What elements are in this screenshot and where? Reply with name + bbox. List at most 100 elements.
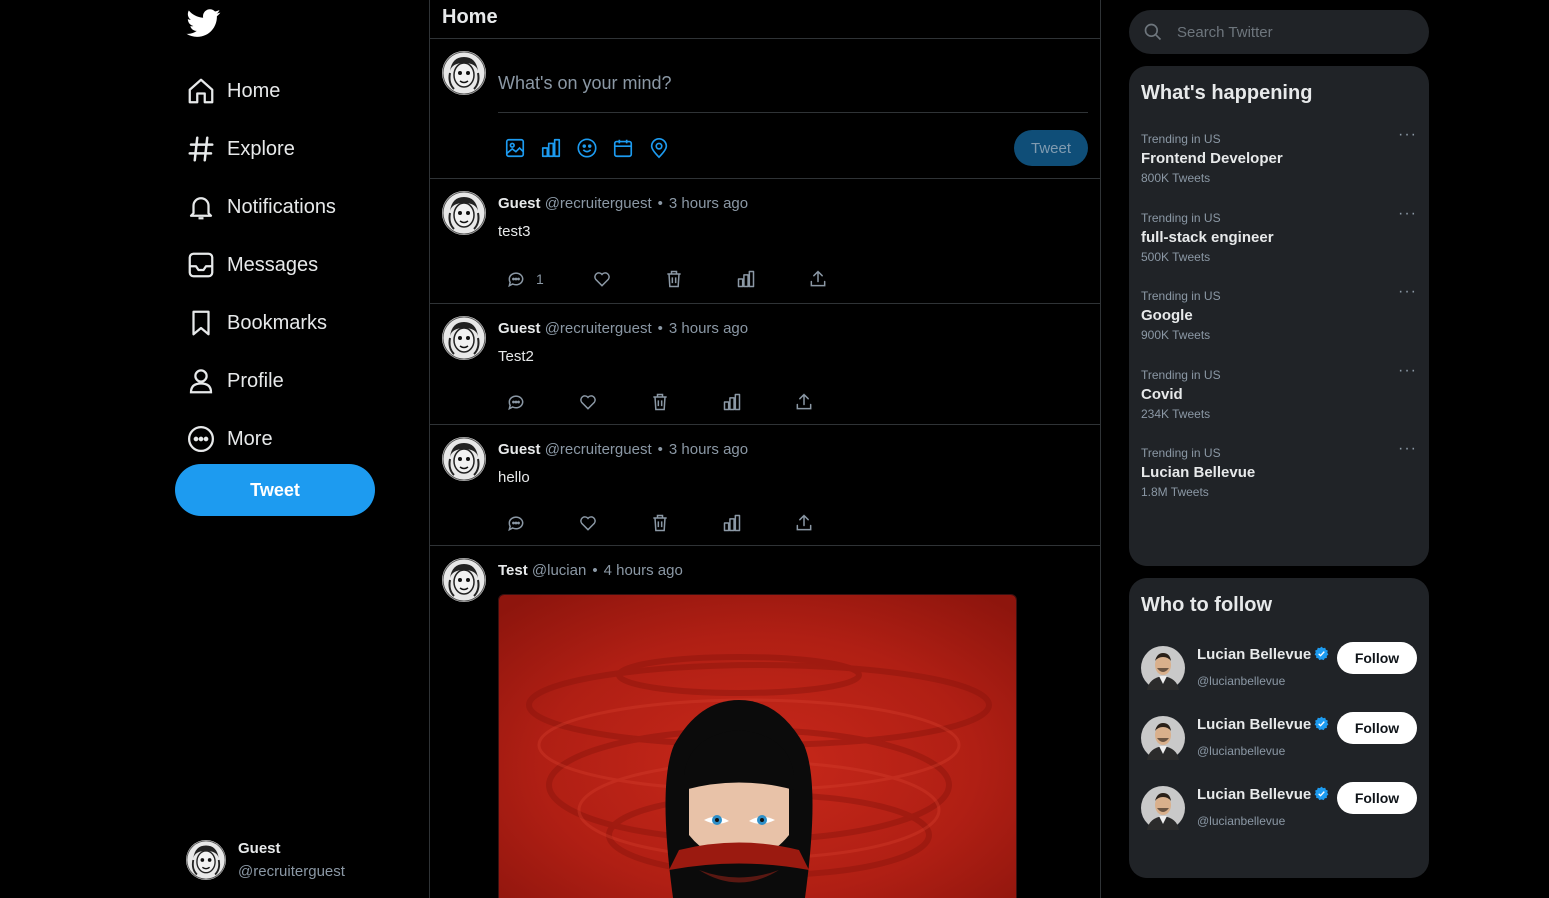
tweet-composer: Tweet: [430, 39, 1100, 179]
trend-item[interactable]: Trending in US Covid 234K Tweets ···: [1141, 362, 1417, 438]
add-poll-button[interactable]: [540, 135, 576, 161]
tweet-author-name[interactable]: Guest: [498, 195, 541, 212]
page-title: Home: [442, 6, 498, 28]
delete-button[interactable]: [664, 269, 684, 289]
nav-item-messages[interactable]: Messages: [186, 236, 336, 294]
share-button[interactable]: [794, 513, 814, 533]
follow-button[interactable]: Follow: [1337, 642, 1417, 674]
nav-item-bookmarks[interactable]: Bookmarks: [186, 294, 336, 352]
suggestion-name: Lucian Bellevue: [1197, 646, 1312, 663]
tweet[interactable]: Guest @recruiterguest • 3 hours ago test3 …: [430, 179, 1100, 304]
analytics-button[interactable]: [722, 513, 742, 533]
reply-button[interactable]: [506, 392, 526, 412]
trend-item[interactable]: Trending in US Google 900K Tweets ···: [1141, 283, 1417, 359]
reply-button[interactable]: [506, 513, 526, 533]
analytics-icon: [723, 393, 741, 411]
nav-label: Profile: [227, 369, 284, 392]
search-input[interactable]: [1177, 23, 1407, 41]
tweet-text: hello: [498, 469, 530, 486]
avatar[interactable]: [442, 316, 486, 360]
like-button[interactable]: [578, 513, 598, 533]
trend-category: Trending in US: [1141, 368, 1221, 382]
reply-count: 1: [536, 271, 544, 287]
tweet-author-handle: @recruiterguest: [544, 441, 652, 458]
nav-item-home[interactable]: Home: [186, 62, 336, 120]
follow-button[interactable]: Follow: [1337, 712, 1417, 744]
trend-topic: Google: [1141, 307, 1193, 324]
avatar[interactable]: [1141, 716, 1185, 760]
follow-button[interactable]: Follow: [1337, 782, 1417, 814]
more-options-icon[interactable]: ···: [1398, 440, 1417, 458]
tweet-header: Test @lucian • 4 hours ago: [498, 562, 683, 579]
emoji-icon: [577, 138, 597, 158]
share-button[interactable]: [794, 392, 814, 412]
trend-item[interactable]: Trending in US full-stack engineer 500K …: [1141, 205, 1417, 281]
verified-badge-icon: [1314, 646, 1329, 661]
composer-tweet-button[interactable]: Tweet: [1014, 130, 1088, 166]
more-options-icon[interactable]: ···: [1398, 205, 1417, 223]
suggestion-name-wrap: Lucian Bellevue: [1197, 786, 1329, 803]
tweet[interactable]: Guest @recruiterguest • 3 hours ago hello: [430, 425, 1100, 546]
reply-button[interactable]: 1: [506, 269, 544, 289]
tweet-author-handle: @lucian: [531, 562, 587, 579]
more-options-icon[interactable]: ···: [1398, 283, 1417, 301]
tweet-author-handle: @recruiterguest: [544, 320, 652, 337]
schedule-button[interactable]: [612, 135, 648, 161]
nav-item-profile[interactable]: Profile: [186, 352, 336, 410]
analytics-icon: [723, 514, 741, 532]
follow-suggestion[interactable]: Lucian Bellevue @lucianbellevue Follow: [1141, 782, 1417, 838]
trend-topic: full-stack engineer: [1141, 229, 1274, 246]
share-button[interactable]: [808, 269, 828, 289]
twitter-bird-icon[interactable]: [186, 6, 222, 40]
compose-input[interactable]: [498, 53, 1088, 113]
trend-item[interactable]: Trending in US Lucian Bellevue 1.8M Twee…: [1141, 440, 1417, 516]
add-emoji-button[interactable]: [576, 135, 612, 161]
account-name: Guest: [238, 840, 281, 857]
avatar[interactable]: [442, 191, 486, 235]
nav-label: Messages: [227, 253, 319, 276]
separator-dot: •: [657, 195, 663, 212]
tweet-header: Guest @recruiterguest • 3 hours ago: [498, 195, 748, 212]
delete-button[interactable]: [650, 392, 670, 412]
avatar[interactable]: [1141, 646, 1185, 690]
schedule-icon: [613, 139, 633, 158]
more-options-icon[interactable]: ···: [1398, 362, 1417, 380]
sidebar-tweet-button[interactable]: Tweet: [175, 464, 375, 516]
trend-item[interactable]: Trending in US Frontend Developer 800K T…: [1141, 126, 1417, 202]
tweet-author-name[interactable]: Guest: [498, 320, 541, 337]
add-image-button[interactable]: [504, 135, 540, 161]
suggestion-handle: @lucianbellevue: [1197, 744, 1286, 758]
follow-suggestion[interactable]: Lucian Bellevue @lucianbellevue Follow: [1141, 712, 1417, 768]
home-icon: [188, 78, 214, 104]
tweet-author-name[interactable]: Guest: [498, 441, 541, 458]
search-bar[interactable]: [1129, 10, 1429, 54]
tweet-text: Test2: [498, 348, 534, 365]
tweet-header: Guest @recruiterguest • 3 hours ago: [498, 320, 748, 337]
suggestion-handle: @lucianbellevue: [1197, 814, 1286, 828]
delete-button[interactable]: [650, 513, 670, 533]
tweet[interactable]: Test @lucian • 4 hours ago: [430, 546, 1100, 898]
tweet-media-image[interactable]: [498, 594, 1017, 898]
more-options-icon[interactable]: ···: [1398, 126, 1417, 144]
trend-count: 234K Tweets: [1141, 407, 1211, 421]
account-switcher[interactable]: Guest @recruiterguest: [186, 840, 345, 880]
nav-item-more[interactable]: More: [186, 410, 336, 468]
analytics-button[interactable]: [736, 269, 756, 289]
add-location-button[interactable]: [648, 135, 684, 161]
tweet-author-name[interactable]: Test: [498, 562, 528, 579]
reply-icon: [508, 516, 524, 532]
tweet[interactable]: Guest @recruiterguest • 3 hours ago Test2: [430, 304, 1100, 425]
whats-happening-card: What's happening Trending in US Frontend…: [1129, 66, 1429, 566]
nav-item-notifications[interactable]: Notifications: [186, 178, 336, 236]
analytics-button[interactable]: [722, 392, 742, 412]
avatar[interactable]: [442, 437, 486, 481]
trend-category: Trending in US: [1141, 132, 1221, 146]
nav-label: Bookmarks: [227, 311, 328, 334]
avatar[interactable]: [442, 558, 486, 602]
tweet-timestamp: 4 hours ago: [603, 562, 683, 579]
like-button[interactable]: [578, 392, 598, 412]
avatar[interactable]: [1141, 786, 1185, 830]
follow-suggestion[interactable]: Lucian Bellevue @lucianbellevue Follow: [1141, 642, 1417, 698]
like-button[interactable]: [592, 269, 612, 289]
nav-item-explore[interactable]: Explore: [186, 120, 336, 178]
